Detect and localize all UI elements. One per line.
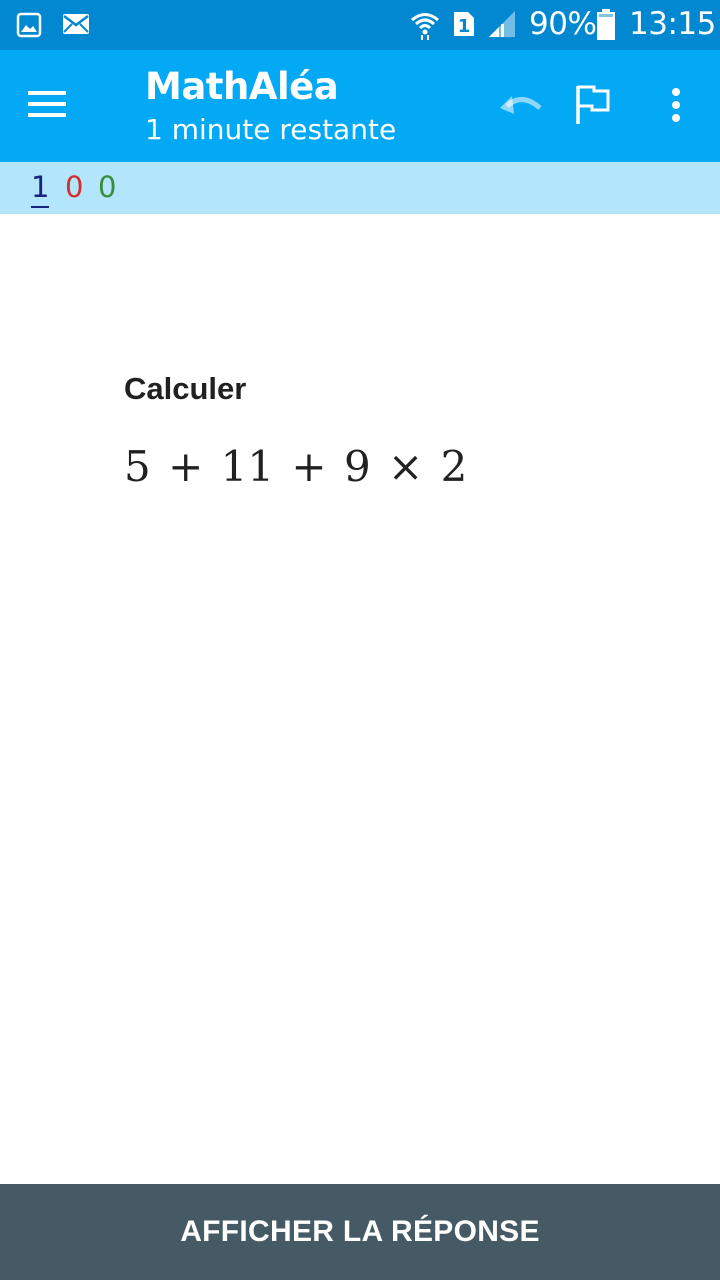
score-strip: 1 0 0 <box>0 162 720 214</box>
current-question-label: 1 <box>31 170 50 204</box>
more-vert-icon <box>646 88 706 138</box>
current-question-number[interactable]: 1 <box>31 170 50 208</box>
question-card: Calculer 5 + 11 + 9 × 2 <box>124 370 467 492</box>
math-expression: 5 + 11 + 9 × 2 <box>124 442 468 491</box>
clock: 13:15 <box>629 6 716 42</box>
title-block: MathAléa 1 minute restante <box>145 64 396 148</box>
undo-icon <box>490 96 550 138</box>
status-bar: 1 90% 13:15 <box>0 0 720 50</box>
question-instruction: Calculer <box>124 371 247 406</box>
screen: 1 90% 13:15 MathAléa 1 minute restante 1… <box>0 0 720 1280</box>
show-answer-label: AFFICHER LA RÉPONSE <box>180 1215 540 1248</box>
timer-subtitle: 1 minute restante <box>145 113 397 146</box>
flag-icon <box>564 85 624 138</box>
signal-icon <box>487 10 517 43</box>
sim-1-icon: 1 <box>452 10 476 43</box>
mail-icon <box>62 13 90 40</box>
svg-text:1: 1 <box>458 16 471 37</box>
battery-icon <box>596 9 616 46</box>
flag-button[interactable] <box>564 74 624 134</box>
app-bar: MathAléa 1 minute restante <box>0 50 720 162</box>
app-title: MathAléa <box>145 65 339 108</box>
wifi-icon <box>410 10 440 45</box>
more-options-button[interactable] <box>646 74 706 134</box>
correct-answers-count: 0 <box>98 170 117 204</box>
show-answer-button[interactable]: AFFICHER LA RÉPONSE <box>0 1184 720 1280</box>
wrong-answers-count: 0 <box>65 170 84 204</box>
image-icon <box>16 12 42 43</box>
undo-button[interactable] <box>490 74 550 134</box>
menu-button[interactable] <box>14 70 82 138</box>
battery-level: 90% <box>529 6 597 42</box>
